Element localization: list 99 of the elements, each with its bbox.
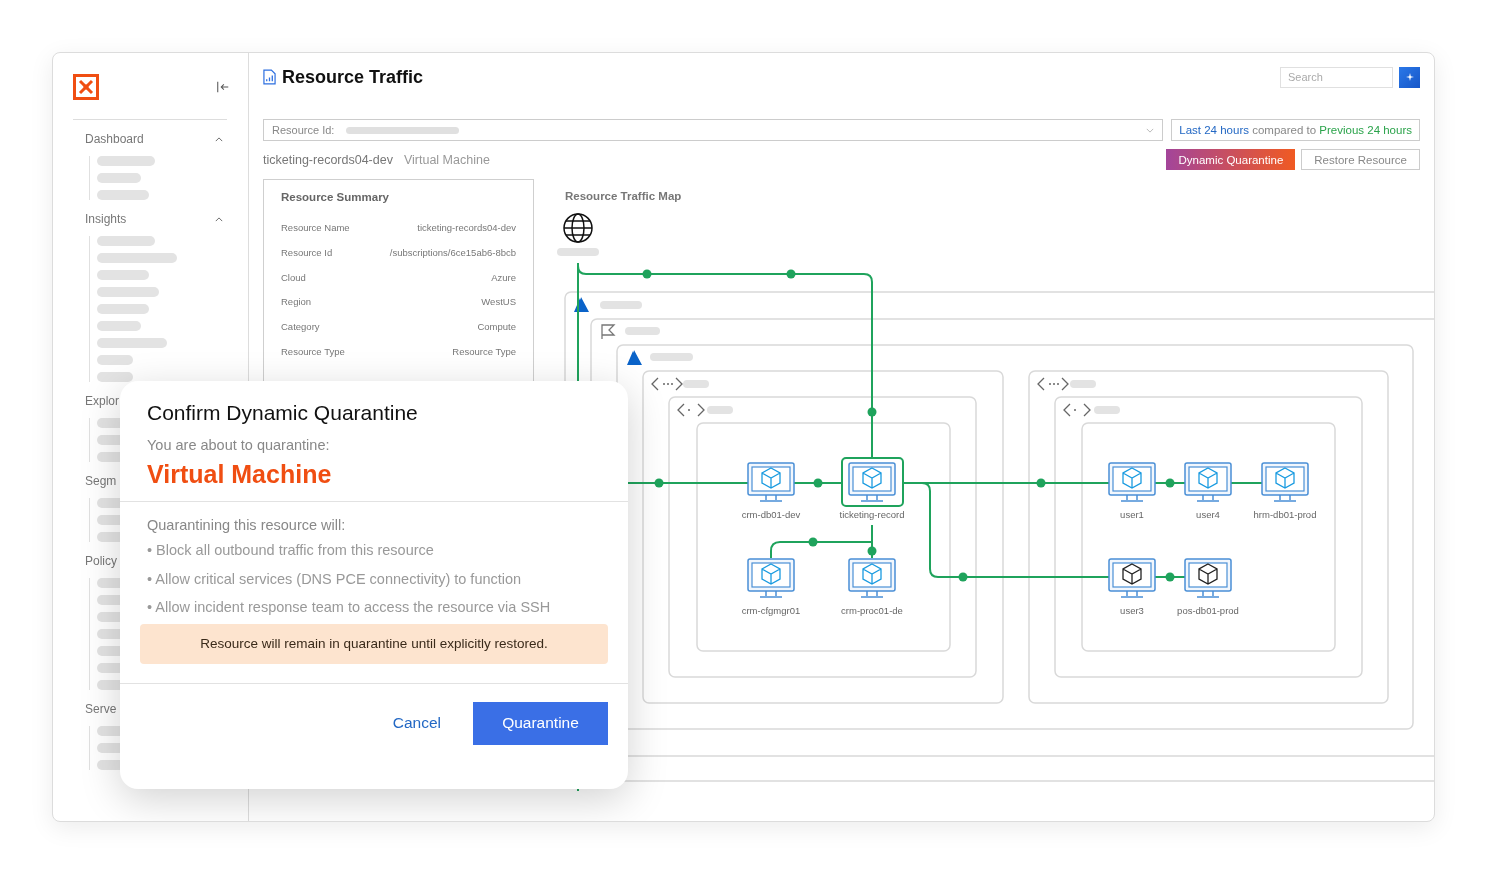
dialog-text: You are about to quarantine: (147, 437, 331, 453)
sparkle-icon (1405, 73, 1414, 81)
nav-section[interactable]: Policy (85, 554, 117, 568)
summary-value: Compute (477, 321, 516, 335)
restore-button[interactable]: Restore Resource (1301, 149, 1420, 170)
globe-icon (563, 213, 593, 243)
placeholder-bar (97, 321, 141, 331)
connection-dot (786, 269, 796, 279)
connection-dot (808, 537, 818, 547)
placeholder-bar (707, 406, 733, 414)
placeholder-bar (97, 372, 133, 382)
connection-dot (654, 478, 664, 488)
placeholder-bar (557, 248, 599, 256)
notice-banner: Resource will remain in quarantine until explicitly restored. (140, 623, 608, 664)
node-label: pos-db01-prod (1177, 605, 1239, 616)
summary-value: WestUS (481, 296, 516, 310)
nav-section[interactable]: Dashboard (85, 132, 144, 146)
node-label: user1 (1120, 509, 1144, 520)
dialog-title: Confirm Dynamic Quarantine (147, 401, 419, 425)
map-title: Resource Traffic Map (564, 189, 683, 204)
connection-line (1230, 482, 1263, 484)
chevron-icon[interactable] (215, 216, 223, 222)
code-brackets-icon (1063, 403, 1091, 417)
placeholder-bar (1070, 380, 1096, 388)
effect-item: • Allow incident response team to access the resource via SSH (146, 599, 552, 617)
chevron-down-icon (1146, 127, 1155, 133)
code-brackets-icon (677, 403, 705, 417)
summary-label: Region (281, 296, 312, 310)
placeholder-bar (625, 327, 660, 335)
node-label: crm-cfgmgr01 (741, 605, 801, 616)
resource-type: Virtual Machine (403, 152, 490, 167)
summary-label: Resource Name (281, 222, 350, 235)
node-label: ticketing-record (839, 509, 905, 520)
summary-value: Azure (491, 271, 516, 285)
connection-line (1154, 576, 1187, 578)
dialog-text: Quarantining this resource will: (146, 517, 347, 533)
chevron-icon[interactable] (215, 136, 223, 142)
effect-item: • Block all outbound traffic from this resource (146, 542, 435, 560)
node-label: hrm-db01-prod (1253, 509, 1317, 520)
summary-value: Resource Type (452, 346, 516, 359)
placeholder-bar (683, 380, 709, 388)
resource-id-select[interactable]: Resource Id: (263, 119, 1164, 141)
placeholder-bar (97, 338, 167, 348)
flag-icon (601, 324, 616, 340)
nav-section[interactable]: Explor (85, 394, 119, 408)
node-label: crm-proc01-de (841, 605, 903, 616)
effect-item: • Allow critical services (DNS PCE connectivity) to function (146, 570, 523, 589)
nav-section[interactable]: Insights (85, 212, 127, 226)
resource-name: ticketing-records04-dev (263, 152, 393, 167)
placeholder-bar (97, 236, 155, 246)
placeholder-bar (600, 301, 642, 309)
placeholder-bar (97, 287, 159, 297)
connection-line (793, 482, 843, 484)
summary-label: Cloud (281, 271, 306, 285)
connection-dot (813, 478, 823, 488)
nav-section[interactable]: Serve (85, 702, 117, 716)
summary-value: /subscriptions/6ce15ab6-8bcb (389, 246, 516, 260)
placeholder-bar (1094, 406, 1120, 414)
page-title: Resource Traffic (282, 66, 424, 88)
confirm-button[interactable]: Quarantine (473, 701, 608, 745)
summary-value: ticketing-records04-dev (417, 222, 516, 235)
connection-dot (867, 407, 877, 417)
summary-label: Category (281, 321, 320, 335)
placeholder-bar (97, 270, 149, 280)
connection-dot (1165, 478, 1175, 488)
nav-section[interactable]: Segm (85, 474, 117, 488)
connection-dot (642, 269, 652, 279)
cancel-button[interactable]: Cancel (386, 713, 447, 733)
connection-dot (958, 572, 968, 582)
collapse-sidebar-icon[interactable] (216, 79, 230, 94)
connection-dot (1165, 572, 1175, 582)
node-label: user4 (1196, 509, 1220, 520)
placeholder-bar (97, 355, 133, 365)
code-brackets-icon (1037, 377, 1069, 391)
node-label: user3 (1120, 605, 1144, 616)
placeholder-bar (97, 156, 155, 166)
search-field[interactable]: Search (1280, 66, 1393, 88)
placeholder-bar (97, 304, 149, 314)
node-label: crm-db01-dev (741, 509, 801, 520)
summary-label: Resource Id (281, 246, 333, 260)
assistant-button[interactable] (1399, 66, 1420, 88)
target-name: Virtual Machine (147, 460, 333, 489)
connection-line (1154, 482, 1187, 484)
quarantine-button[interactable]: Dynamic Quarantine (1166, 149, 1296, 170)
triangle-logo-icon (574, 297, 589, 312)
monitor-icon[interactable] (1108, 558, 1156, 598)
triangle-logo-icon (627, 350, 642, 365)
time-range-button[interactable]: Last 24 hours compared to Previous 24 hours (1171, 119, 1420, 141)
placeholder-bar (97, 173, 141, 183)
placeholder-bar (97, 190, 149, 200)
monitor-icon[interactable] (1184, 558, 1232, 598)
code-brackets-icon (651, 377, 683, 391)
summary-label: Resource Type (281, 346, 345, 359)
document-chart-icon (263, 69, 276, 85)
connection-dot (867, 546, 877, 556)
card-title: Resource Summary (281, 191, 391, 203)
logo-icon[interactable] (73, 73, 99, 100)
placeholder-bar (650, 353, 693, 361)
connection-dot (1036, 478, 1046, 488)
